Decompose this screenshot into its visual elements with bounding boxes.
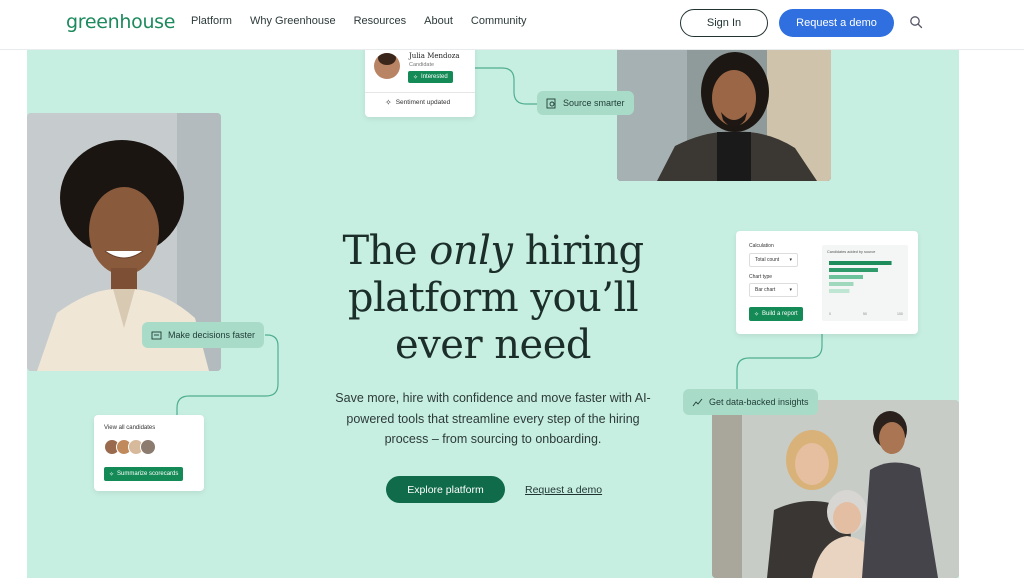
greenhouse-logo[interactable]: greenhouse	[66, 11, 175, 33]
sparkle-icon: ✧	[754, 311, 760, 318]
mini-chart-tick: 0	[829, 312, 831, 316]
mini-chart-bar	[829, 268, 878, 272]
request-demo-button[interactable]: Request a demo	[779, 9, 894, 37]
hero-section: Julia Mendoza Candidate ✧ Interested ✧ S…	[27, 50, 959, 578]
candidate-role: Candidate	[409, 62, 435, 68]
candidate-name: Julia Mendoza	[409, 52, 460, 60]
calculation-label: Calculation	[749, 243, 774, 249]
candidate-avatar	[374, 53, 400, 79]
search-list-icon	[546, 98, 556, 108]
nav-about[interactable]: About	[424, 15, 453, 27]
chart-type-label: Chart type	[749, 274, 773, 280]
mini-chart-panel: Candidates added by source 0 50 100	[822, 245, 908, 321]
sparkle-icon: ✧	[413, 74, 419, 81]
mini-chart-bar	[829, 275, 863, 279]
search-icon[interactable]	[909, 15, 923, 29]
card-divider	[365, 92, 475, 93]
avatar[interactable]	[140, 439, 156, 455]
view-candidates-card: View all candidates ✧ Summarize scorecar…	[94, 415, 204, 491]
explore-platform-button[interactable]: Explore platform	[386, 476, 505, 503]
nav-platform[interactable]: Platform	[191, 15, 232, 27]
make-decisions-pill[interactable]: Make decisions faster	[142, 322, 265, 348]
nav-resources[interactable]: Resources	[354, 15, 407, 27]
build-report-button[interactable]: ✧ Build a report	[749, 307, 803, 321]
chart-type-select[interactable]: Bar chart ▾	[749, 283, 798, 297]
chevron-down-icon: ▾	[789, 287, 792, 293]
candidate-card: Julia Mendoza Candidate ✧ Interested ✧ S…	[365, 50, 475, 117]
trend-chart-icon	[692, 398, 703, 406]
mini-chart-bar	[829, 261, 892, 265]
sign-in-button[interactable]: Sign In	[680, 9, 768, 37]
mini-chart-tick: 50	[863, 312, 867, 316]
candidate-avatars	[104, 439, 156, 455]
mini-chart-tick: 100	[897, 312, 903, 316]
data-insights-pill[interactable]: Get data-backed insights	[683, 389, 818, 415]
nav-why-greenhouse[interactable]: Why Greenhouse	[250, 15, 336, 27]
team-celebrating-photo	[712, 400, 959, 578]
nav-community[interactable]: Community	[471, 15, 527, 27]
site-header: greenhouse Platform Why Greenhouse Resou…	[0, 0, 1024, 50]
man-with-long-hair-photo	[617, 50, 831, 181]
summarize-scorecards-button[interactable]: ✧ Summarize scorecards	[104, 467, 184, 481]
view-candidates-title[interactable]: View all candidates	[104, 425, 155, 431]
hero-headline: The only hiring platform you’ll ever nee…	[342, 228, 644, 368]
mini-bar-chart: 0 50 100	[829, 261, 903, 316]
sparkle-icon: ✧	[109, 471, 115, 478]
report-builder-card: Calculation Total count ▾ Chart type Bar…	[736, 231, 918, 334]
mini-chart-bar	[829, 282, 854, 286]
hero-subtext: Save more, hire with confidence and move…	[335, 391, 651, 446]
request-demo-link[interactable]: Request a demo	[525, 484, 602, 496]
source-smarter-pill[interactable]: Source smarter	[537, 91, 634, 115]
calculation-select[interactable]: Total count ▾	[749, 253, 798, 267]
sentiment-footer: ✧ Sentiment updated	[385, 98, 451, 107]
interested-tag[interactable]: ✧ Interested	[408, 71, 453, 83]
mini-chart-bar	[829, 289, 850, 293]
scorecard-icon	[151, 331, 162, 339]
main-nav: Platform Why Greenhouse Resources About …	[191, 15, 527, 27]
sparkle-icon: ✧	[385, 98, 392, 107]
chevron-down-icon: ▾	[789, 257, 792, 263]
